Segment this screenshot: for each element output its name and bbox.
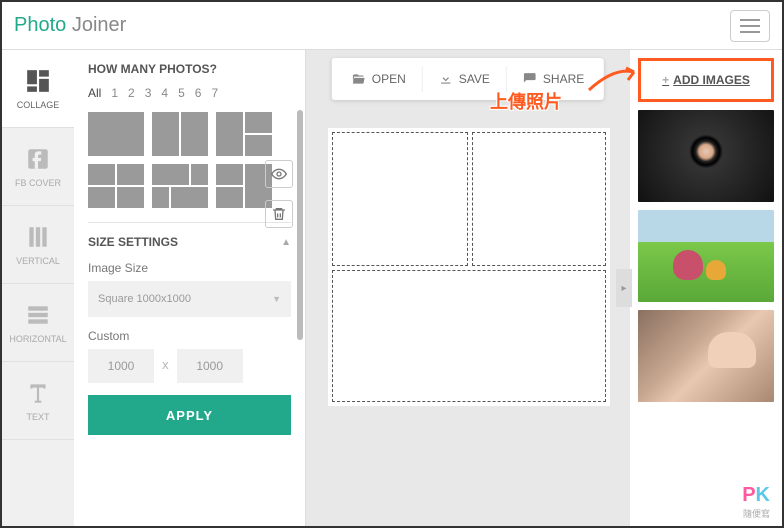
main: COLLAGE FB COVER VERTICAL HORIZONTAL TEX…: [2, 50, 782, 526]
photo-count-filter: All 1 2 3 4 5 6 7: [88, 86, 291, 100]
sidebar-item-vertical[interactable]: VERTICAL: [2, 206, 74, 284]
vertical-icon: [25, 224, 51, 250]
sidebar-label: HORIZONTAL: [9, 334, 66, 344]
preview-button[interactable]: [265, 160, 293, 188]
sidebar-label: FB COVER: [15, 178, 61, 188]
chevron-down-icon: ▼: [272, 294, 281, 304]
folder-open-icon: [352, 72, 366, 86]
horizontal-icon: [25, 302, 51, 328]
logo-part1: Photo: [14, 14, 66, 36]
collage-cell[interactable]: [332, 270, 606, 402]
save-button[interactable]: SAVE: [423, 66, 507, 92]
template-tools: [265, 160, 293, 228]
sidebar-item-horizontal[interactable]: HORIZONTAL: [2, 284, 74, 362]
apply-button[interactable]: APPLY: [88, 395, 291, 435]
template-item[interactable]: [216, 164, 272, 208]
facebook-icon: [25, 146, 51, 172]
size-settings-header[interactable]: SIZE SETTINGS ▲: [88, 235, 291, 249]
sidebar: COLLAGE FB COVER VERTICAL HORIZONTAL TEX…: [2, 50, 74, 526]
share-icon: [523, 72, 537, 86]
text-icon: [25, 380, 51, 406]
template-item[interactable]: [88, 164, 144, 208]
delete-button[interactable]: [265, 200, 293, 228]
template-grid: [88, 112, 291, 208]
size-settings-title: SIZE SETTINGS: [88, 235, 178, 249]
share-button[interactable]: SHARE: [507, 66, 600, 92]
template-item[interactable]: [152, 164, 208, 208]
filter-3[interactable]: 3: [145, 86, 152, 100]
template-item[interactable]: [152, 112, 208, 156]
sidebar-label: TEXT: [26, 412, 49, 422]
custom-label: Custom: [88, 329, 291, 343]
template-item[interactable]: [216, 112, 272, 156]
topbar: Photo Joiner: [2, 2, 782, 50]
menu-button[interactable]: [730, 10, 770, 42]
trash-icon: [271, 206, 287, 222]
add-images-button[interactable]: + ADD IMAGES: [638, 58, 774, 102]
images-panel: + ADD IMAGES: [630, 50, 782, 526]
panel-title: HOW MANY PHOTOS?: [88, 62, 291, 76]
filter-6[interactable]: 6: [195, 86, 202, 100]
download-icon: [439, 72, 453, 86]
sidebar-item-collage[interactable]: COLLAGE: [2, 50, 74, 128]
open-label: OPEN: [372, 72, 406, 86]
custom-width-input[interactable]: [88, 349, 154, 383]
eye-icon: [271, 166, 287, 182]
template-item[interactable]: [88, 112, 144, 156]
collage-icon: [25, 68, 51, 94]
action-toolbar: OPEN SAVE SHARE: [332, 58, 604, 100]
logo: Photo Joiner: [14, 14, 126, 37]
filter-4[interactable]: 4: [161, 86, 168, 100]
expand-handle[interactable]: ▸: [616, 269, 632, 307]
filter-all[interactable]: All: [88, 86, 101, 100]
image-thumbnail[interactable]: [638, 110, 774, 202]
sidebar-item-fbcover[interactable]: FB COVER: [2, 128, 74, 206]
image-size-value: Square 1000x1000: [98, 293, 191, 305]
image-size-select[interactable]: Square 1000x1000 ▼: [88, 281, 291, 317]
sidebar-label: VERTICAL: [16, 256, 60, 266]
filter-7[interactable]: 7: [211, 86, 218, 100]
divider: [88, 222, 291, 223]
custom-size-row: X: [88, 349, 291, 383]
dimension-x: X: [162, 361, 169, 372]
collage-canvas[interactable]: [328, 128, 610, 406]
image-thumbnail[interactable]: [638, 210, 774, 302]
sidebar-label: COLLAGE: [17, 100, 60, 110]
chevron-up-icon: ▲: [281, 237, 291, 248]
logo-part2: Joiner: [72, 14, 126, 36]
image-size-label: Image Size: [88, 261, 291, 275]
filter-2[interactable]: 2: [128, 86, 135, 100]
collage-cell[interactable]: [332, 132, 468, 266]
add-images-label: ADD IMAGES: [673, 73, 750, 87]
scrollbar[interactable]: [297, 110, 303, 340]
plus-icon: +: [662, 73, 669, 87]
settings-panel: HOW MANY PHOTOS? All 1 2 3 4 5 6 7 SIZE …: [74, 50, 306, 526]
sidebar-item-text[interactable]: TEXT: [2, 362, 74, 440]
save-label: SAVE: [459, 72, 490, 86]
filter-5[interactable]: 5: [178, 86, 185, 100]
canvas-area: OPEN SAVE SHARE ▸: [306, 50, 630, 526]
collage-cell[interactable]: [472, 132, 606, 266]
custom-height-input[interactable]: [177, 349, 243, 383]
filter-1[interactable]: 1: [111, 86, 118, 100]
image-thumbnail[interactable]: [638, 310, 774, 402]
open-button[interactable]: OPEN: [336, 66, 423, 92]
share-label: SHARE: [543, 72, 584, 86]
